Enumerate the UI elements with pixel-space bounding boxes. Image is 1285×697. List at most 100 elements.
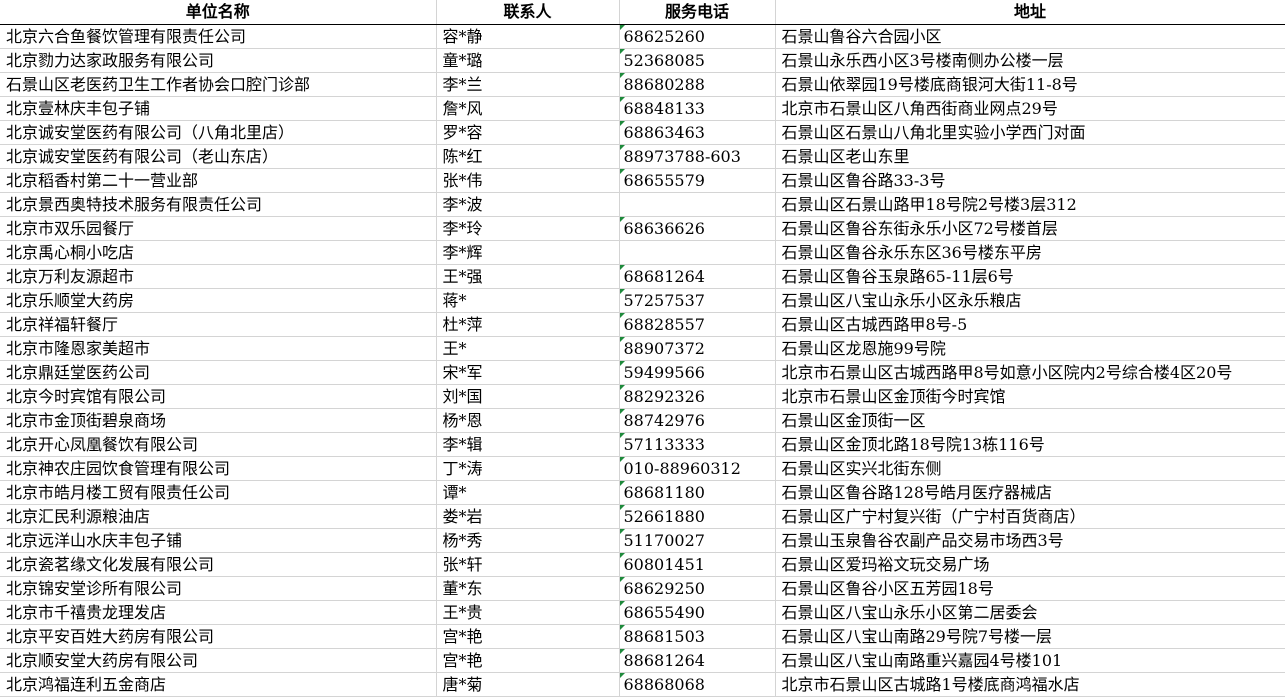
cell-unit-name[interactable]: 北京万利友源超市 bbox=[0, 264, 437, 289]
cell-unit-name[interactable]: 北京禹心桐小吃店 bbox=[0, 240, 437, 265]
cell-contact[interactable]: 宫*艳 bbox=[436, 624, 620, 649]
cell-unit-name[interactable]: 北京顺安堂大药房有限公司 bbox=[0, 648, 437, 673]
cell-unit-name[interactable]: 北京市皓月楼工贸有限责任公司 bbox=[0, 480, 437, 505]
cell-contact[interactable]: 张*伟 bbox=[436, 168, 620, 193]
cell-phone[interactable]: 68636626 bbox=[619, 216, 776, 241]
cell-contact[interactable]: 董*东 bbox=[436, 576, 620, 601]
cell-contact[interactable]: 容*静 bbox=[436, 24, 620, 49]
cell-address[interactable]: 石景山区鲁谷玉泉路65-11层6号 bbox=[775, 264, 1285, 289]
cell-address[interactable]: 石景山区金顶街一区 bbox=[775, 408, 1285, 433]
cell-unit-name[interactable]: 北京市双乐园餐厅 bbox=[0, 216, 437, 241]
cell-address[interactable]: 石景山区鲁谷永乐东区36号楼东平房 bbox=[775, 240, 1285, 265]
cell-phone[interactable]: 88742976 bbox=[619, 408, 776, 433]
cell-contact[interactable]: 唐*菊 bbox=[436, 672, 620, 697]
cell-unit-name[interactable]: 北京市千禧贵龙理发店 bbox=[0, 600, 437, 625]
cell-address[interactable]: 石景山区八宝山南路重兴嘉园4号楼101 bbox=[775, 648, 1285, 673]
cell-contact[interactable]: 王* bbox=[436, 336, 620, 361]
cell-contact[interactable]: 杨*秀 bbox=[436, 528, 620, 553]
cell-address[interactable]: 石景山区鲁谷路33-3号 bbox=[775, 168, 1285, 193]
header-cell-phone[interactable]: 服务电话 bbox=[619, 0, 776, 25]
cell-address[interactable]: 北京市石景山区古城西路甲8号如意小区院内2号综合楼4区20号 bbox=[775, 360, 1285, 385]
cell-phone[interactable]: 59499566 bbox=[619, 360, 776, 385]
cell-contact[interactable]: 杜*萍 bbox=[436, 312, 620, 337]
cell-address[interactable]: 北京市石景山区古城路1号楼底商鸿福水店 bbox=[775, 672, 1285, 697]
cell-address[interactable]: 石景山区八宝山永乐小区永乐粮店 bbox=[775, 288, 1285, 313]
cell-address[interactable]: 石景山区金顶北路18号院13栋116号 bbox=[775, 432, 1285, 457]
cell-address[interactable]: 石景山区爱玛裕文玩交易广场 bbox=[775, 552, 1285, 577]
cell-unit-name[interactable]: 北京稻香村第二十一营业部 bbox=[0, 168, 437, 193]
cell-unit-name[interactable]: 北京市隆恩家美超市 bbox=[0, 336, 437, 361]
cell-unit-name[interactable]: 北京锦安堂诊所有限公司 bbox=[0, 576, 437, 601]
cell-phone[interactable]: 68848133 bbox=[619, 96, 776, 121]
header-cell-name[interactable]: 单位名称 bbox=[0, 0, 437, 25]
cell-phone[interactable]: 52368085 bbox=[619, 48, 776, 73]
cell-phone[interactable]: 68681264 bbox=[619, 264, 776, 289]
cell-unit-name[interactable]: 北京六合鱼餐饮管理有限责任公司 bbox=[0, 24, 437, 49]
cell-phone[interactable]: 57257537 bbox=[619, 288, 776, 313]
cell-unit-name[interactable]: 北京诚安堂医药有限公司（老山东店） bbox=[0, 144, 437, 169]
cell-address[interactable]: 石景山区龙恩施99号院 bbox=[775, 336, 1285, 361]
cell-unit-name[interactable]: 北京瓷茗缘文化发展有限公司 bbox=[0, 552, 437, 577]
cell-phone[interactable]: 68655490 bbox=[619, 600, 776, 625]
cell-phone[interactable]: 68681180 bbox=[619, 480, 776, 505]
cell-unit-name[interactable]: 北京今时宾馆有限公司 bbox=[0, 384, 437, 409]
cell-unit-name[interactable]: 北京乐顺堂大药房 bbox=[0, 288, 437, 313]
cell-contact[interactable]: 王*贵 bbox=[436, 600, 620, 625]
cell-unit-name[interactable]: 石景山区老医药卫生工作者协会口腔门诊部 bbox=[0, 72, 437, 97]
cell-address[interactable]: 石景山区实兴北街东侧 bbox=[775, 456, 1285, 481]
cell-phone[interactable]: 68629250 bbox=[619, 576, 776, 601]
cell-phone[interactable]: 57113333 bbox=[619, 432, 776, 457]
cell-contact[interactable]: 李*辉 bbox=[436, 240, 620, 265]
cell-contact[interactable]: 宫*艳 bbox=[436, 648, 620, 673]
cell-address[interactable]: 石景山区八宝山南路29号院7号楼一层 bbox=[775, 624, 1285, 649]
header-cell-contact[interactable]: 联系人 bbox=[436, 0, 620, 25]
cell-phone[interactable]: 52661880 bbox=[619, 504, 776, 529]
cell-contact[interactable]: 李*兰 bbox=[436, 72, 620, 97]
cell-contact[interactable]: 罗*容 bbox=[436, 120, 620, 145]
cell-address[interactable]: 石景山区广宁村复兴街（广宁村百货商店） bbox=[775, 504, 1285, 529]
cell-unit-name[interactable]: 北京祥福轩餐厅 bbox=[0, 312, 437, 337]
cell-contact[interactable]: 张*轩 bbox=[436, 552, 620, 577]
cell-phone[interactable]: 010-88960312 bbox=[619, 456, 776, 481]
cell-contact[interactable]: 李*玲 bbox=[436, 216, 620, 241]
cell-unit-name[interactable]: 北京神农庄园饮食管理有限公司 bbox=[0, 456, 437, 481]
cell-phone[interactable] bbox=[619, 240, 776, 265]
cell-phone[interactable]: 68625260 bbox=[619, 24, 776, 49]
cell-address[interactable]: 石景山永乐西小区3号楼南侧办公楼一层 bbox=[775, 48, 1285, 73]
cell-address[interactable]: 石景山区石景山八角北里实验小学西门对面 bbox=[775, 120, 1285, 145]
cell-contact[interactable]: 谭* bbox=[436, 480, 620, 505]
cell-phone[interactable] bbox=[619, 192, 776, 217]
cell-contact[interactable]: 王*强 bbox=[436, 264, 620, 289]
cell-unit-name[interactable]: 北京平安百姓大药房有限公司 bbox=[0, 624, 437, 649]
cell-unit-name[interactable]: 北京壹林庆丰包子铺 bbox=[0, 96, 437, 121]
cell-phone[interactable]: 68863463 bbox=[619, 120, 776, 145]
cell-address[interactable]: 石景山区古城西路甲8号-5 bbox=[775, 312, 1285, 337]
cell-contact[interactable]: 李*辑 bbox=[436, 432, 620, 457]
cell-address[interactable]: 北京市石景山区八角西街商业网点29号 bbox=[775, 96, 1285, 121]
cell-address[interactable]: 石景山区鲁谷东街永乐小区72号楼首层 bbox=[775, 216, 1285, 241]
cell-address[interactable]: 石景山区老山东里 bbox=[775, 144, 1285, 169]
cell-unit-name[interactable]: 北京开心凤凰餐饮有限公司 bbox=[0, 432, 437, 457]
cell-unit-name[interactable]: 北京鸿福连利五金商店 bbox=[0, 672, 437, 697]
cell-unit-name[interactable]: 北京诚安堂医药有限公司（八角北里店） bbox=[0, 120, 437, 145]
cell-phone[interactable]: 68655579 bbox=[619, 168, 776, 193]
cell-unit-name[interactable]: 北京鼎廷堂医药公司 bbox=[0, 360, 437, 385]
cell-contact[interactable]: 陈*红 bbox=[436, 144, 620, 169]
cell-phone[interactable]: 68828557 bbox=[619, 312, 776, 337]
cell-address[interactable]: 北京市石景山区金顶街今时宾馆 bbox=[775, 384, 1285, 409]
cell-phone[interactable]: 51170027 bbox=[619, 528, 776, 553]
cell-phone[interactable]: 88907372 bbox=[619, 336, 776, 361]
cell-contact[interactable]: 詹*风 bbox=[436, 96, 620, 121]
cell-address[interactable]: 石景山区鲁谷路128号皓月医疗器械店 bbox=[775, 480, 1285, 505]
cell-phone[interactable]: 88681503 bbox=[619, 624, 776, 649]
cell-unit-name[interactable]: 北京市金顶街碧泉商场 bbox=[0, 408, 437, 433]
cell-contact[interactable]: 童*璐 bbox=[436, 48, 620, 73]
cell-address[interactable]: 石景山玉泉鲁谷农副产品交易市场西3号 bbox=[775, 528, 1285, 553]
cell-address[interactable]: 石景山鲁谷六合园小区 bbox=[775, 24, 1285, 49]
cell-phone[interactable]: 88292326 bbox=[619, 384, 776, 409]
header-cell-address[interactable]: 地址 bbox=[775, 0, 1285, 25]
cell-address[interactable]: 石景山区八宝山永乐小区第二居委会 bbox=[775, 600, 1285, 625]
cell-contact[interactable]: 李*波 bbox=[436, 192, 620, 217]
cell-contact[interactable]: 宋*军 bbox=[436, 360, 620, 385]
cell-unit-name[interactable]: 北京景西奥特技术服务有限责任公司 bbox=[0, 192, 437, 217]
